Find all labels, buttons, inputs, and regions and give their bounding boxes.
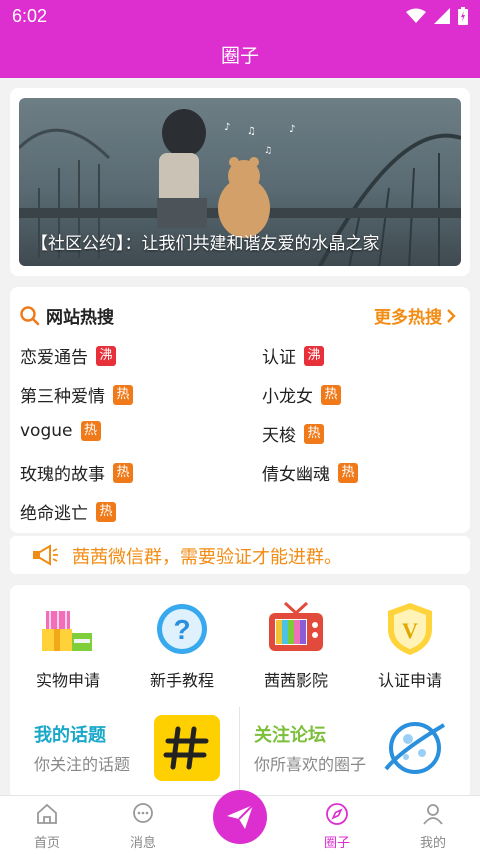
grid-item-label: 认证申请 [377,671,442,690]
follow-forum-title: 关注论坛 [254,725,326,746]
hot-item[interactable]: 倩女幽魂 热 [262,460,358,485]
home-icon [37,803,57,824]
svg-text:♪: ♪ [224,122,230,133]
follow-forum-tile[interactable]: 关注论坛 你所喜欢的圈子 [240,707,460,793]
hot-item-label: 天梭 [262,426,296,446]
grid-item-label: 实物申请 [35,671,100,690]
search-icon [20,305,40,325]
my-topics-subtitle: 你关注的话题 [34,755,131,774]
hot-item[interactable]: 小龙女 热 [262,382,341,407]
grid-item-tutorial[interactable]: ? 新手教程 [132,601,232,691]
status-time: 6:02 [12,6,48,26]
hot-badge: 热 [96,501,116,522]
hot-item[interactable]: vogue 热 [20,421,101,441]
grid-item-label: 茜茜影院 [263,671,328,690]
hot-item-label: 玫瑰的故事 [20,465,105,485]
notice-text: 茜茜微信群，需要验证才能进群。 [72,547,342,568]
question-icon: ? [157,604,207,654]
nav-label: 首页 [33,836,60,851]
svg-text:♫: ♫ [247,126,256,137]
hot-item[interactable]: 绝命逃亡 热 [20,499,116,524]
more-hot-search-link[interactable]: 更多热搜 [374,303,456,328]
page-title: 圈子 [0,34,480,78]
nav-messages[interactable]: 消息 [108,802,178,851]
hot-badge: 热 [80,421,101,441]
bottom-nav: 首页 消息 圈子 我的 [0,790,480,854]
status-bar: 6:02 [0,0,480,34]
hot-item-label: 绝命逃亡 [20,504,88,524]
chevron-right-icon [447,308,456,323]
tv-icon [269,601,323,651]
hot-item[interactable]: 玫瑰的故事 热 [20,460,133,485]
hot-badge: 热 [304,423,324,444]
more-hot-search-label: 更多热搜 [374,308,442,328]
hot-item-label: 第三种爱情 [20,387,105,407]
user-icon [423,804,443,825]
boil-badge: 沸 [96,345,116,366]
hot-item-label: 恋爱通告 [20,348,88,368]
nav-label: 我的 [419,836,446,851]
hot-item[interactable]: 恋爱通告 沸 [20,343,116,368]
hot-item[interactable]: 认证 沸 [262,343,324,368]
grid-item-physical-apply[interactable]: 实物申请 [18,601,118,691]
grid-item-label: 新手教程 [149,671,214,690]
hashtag-icon [154,715,220,781]
hot-badge: 热 [113,462,133,483]
hot-search-card: 网站热搜 更多热搜 恋爱通告 沸 认证 沸 第三种爱情 热 小龙女 热 vogu… [10,287,470,533]
message-icon [133,803,153,823]
post-button[interactable] [213,790,267,844]
svg-text:?: ? [173,614,190,645]
hot-item[interactable]: 天梭 热 [262,421,324,446]
hot-item[interactable]: 第三种爱情 热 [20,382,133,407]
nav-label: 消息 [129,836,156,851]
boil-badge: 沸 [304,345,324,366]
hot-search-header: 网站热搜 [20,303,114,328]
grid-item-verify-apply[interactable]: V 认证申请 [360,601,460,691]
compass-icon [326,803,348,825]
paper-plane-icon [227,804,254,829]
hot-badge: 热 [113,384,133,405]
gift-icon [42,611,92,651]
banner-caption: 【社区公约】：让我们共建和谐友爱的水晶之家 [31,234,380,254]
nav-circle[interactable]: 圈子 [302,802,372,851]
nav-home[interactable]: 首页 [12,802,82,851]
wifi-icon [406,8,426,23]
svg-text:♪: ♪ [289,124,295,135]
notice-bar[interactable]: 茜茜微信群，需要验证才能进群。 [10,536,470,574]
my-topics-title: 我的话题 [34,725,106,746]
hot-search-title: 网站热搜 [46,308,114,328]
hot-badge: 热 [338,462,358,483]
hot-item-label: 小龙女 [262,387,313,407]
megaphone-icon [33,544,58,566]
banner-card: ♪ ♫ ♪ ♫ 【社区公约】：让我们共建和谐友爱的水晶之家 [10,88,470,276]
shield-v-icon: V [388,603,432,655]
banner-image[interactable]: ♪ ♫ ♪ ♫ 【社区公约】：让我们共建和谐友爱的水晶之家 [19,98,461,266]
feature-grid-card: 实物申请 ? 新手教程 茜茜影院 V 认证申请 我的话题 你关注的话题 关注论坛… [10,585,470,800]
my-topics-tile[interactable]: 我的话题 你关注的话题 [20,707,238,793]
battery-icon [458,7,468,25]
hot-item-label: 倩女幽魂 [262,465,330,485]
planet-icon [384,722,446,774]
follow-forum-subtitle: 你所喜欢的圈子 [254,755,367,774]
svg-text:V: V [402,618,418,643]
hot-item-label: vogue [20,421,73,441]
nav-label: 圈子 [323,836,350,851]
grid-item-cinema[interactable]: 茜茜影院 [246,601,346,691]
hot-badge: 热 [321,384,341,405]
status-icons [406,7,468,25]
signal-icon [434,8,450,24]
svg-text:♫: ♫ [264,146,272,156]
hot-item-label: 认证 [262,348,296,368]
nav-mine[interactable]: 我的 [398,802,468,851]
